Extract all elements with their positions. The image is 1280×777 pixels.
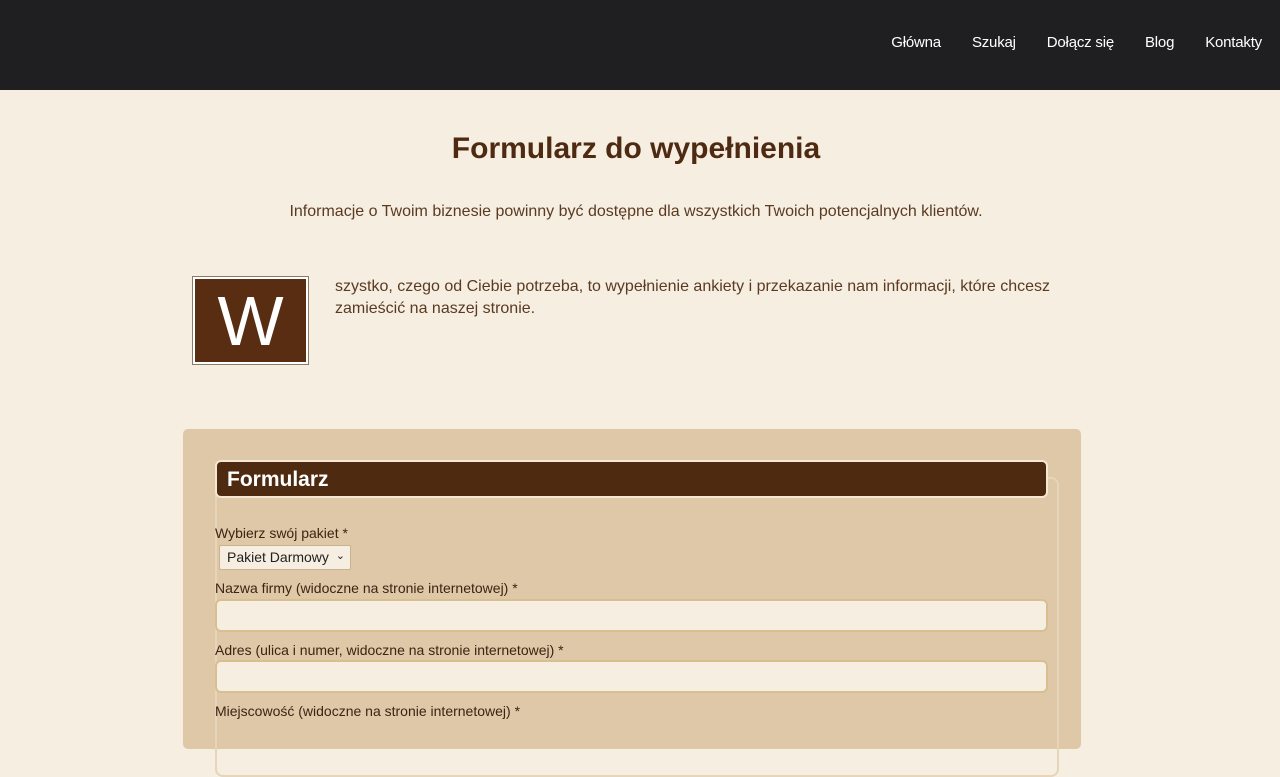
nav-link-join[interactable]: Dołącz się <box>1047 34 1114 51</box>
package-select[interactable]: Pakiet Darmowy ⌄ <box>219 545 351 570</box>
page-title: Formularz do wypełnienia <box>451 132 821 165</box>
package-label: Wybierz swój pakiet * <box>215 525 348 541</box>
nav-link-blog[interactable]: Blog <box>1145 34 1174 51</box>
dropcap-letter: W <box>192 276 309 365</box>
intro-paragraph: szystko, czego od Ciebie potrzeba, to wy… <box>335 278 1051 317</box>
top-navigation-bar: Główna Szukaj Dołącz się Blog Kontakty <box>0 0 1280 90</box>
nav-link-home[interactable]: Główna <box>891 34 941 51</box>
address-label: Adres (ulica i numer, widoczne na stroni… <box>215 642 564 658</box>
company-name-input[interactable] <box>215 599 1048 632</box>
main-navigation: Główna Szukaj Dołącz się Blog Kontakty <box>860 34 1262 51</box>
address-input[interactable] <box>215 660 1048 693</box>
package-select-value: Pakiet Darmowy <box>227 549 329 565</box>
city-label: Miejscowość (widoczne na stronie interne… <box>215 703 521 719</box>
company-name-label: Nazwa firmy (widoczne na stronie interne… <box>215 580 518 596</box>
nav-link-search[interactable]: Szukaj <box>972 34 1016 51</box>
chevron-down-icon: ⌄ <box>335 550 345 562</box>
form-legend: Formularz <box>215 460 1048 498</box>
nav-link-contact[interactable]: Kontakty <box>1205 34 1262 51</box>
page-subtitle: Informacje o Twoim biznesie powinny być … <box>289 203 983 220</box>
